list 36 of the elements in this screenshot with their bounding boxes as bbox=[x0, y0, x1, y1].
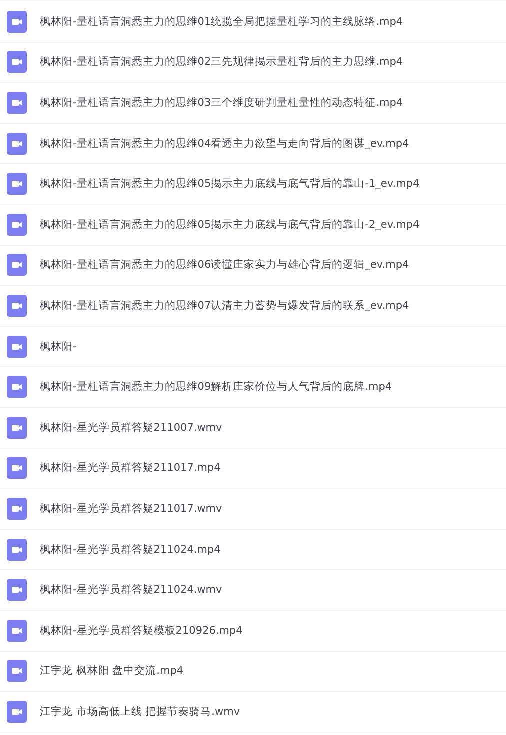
file-name[interactable]: 枫林阳-量柱语言洞悉主力的思维06读懂庄家实力与雄心背后的逻辑_ev.mp4 bbox=[40, 258, 410, 272]
file-name[interactable]: 枫林阳-星光学员群答疑211007.wmv bbox=[40, 420, 222, 435]
file-name[interactable]: 枫林阳-星光学员群答疑211024.mp4 bbox=[40, 542, 221, 557]
video-file-icon bbox=[7, 10, 27, 33]
file-name[interactable]: 枫林阳-量柱语言洞悉主力的思维02三先规律揭示量柱背后的主力思维.mp4 bbox=[40, 55, 404, 70]
video-file-icon bbox=[7, 416, 27, 439]
video-file-icon bbox=[7, 254, 27, 276]
video-file-icon bbox=[7, 132, 27, 155]
video-file-icon bbox=[7, 579, 27, 602]
video-file-icon bbox=[7, 336, 27, 358]
video-file-icon bbox=[7, 620, 27, 642]
file-name[interactable]: 枫林阳-量柱语言洞悉主力的思维05揭示主力底线与底气背后的靠山-2_ev.mp4 bbox=[40, 218, 420, 232]
file-name[interactable]: 枫林阳-量柱语言洞悉主力的思维01统揽全局把握量柱学习的主线脉络.mp4 bbox=[40, 14, 404, 29]
video-file-icon bbox=[7, 376, 27, 398]
video-file-icon bbox=[7, 660, 27, 682]
file-name[interactable]: 枫林阳-量柱语言洞悉主力的思维07认清主力蓄势与爆发背后的联系_ev.mp4 bbox=[40, 298, 410, 313]
video-file-icon bbox=[7, 51, 27, 74]
video-file-icon bbox=[7, 173, 27, 196]
file-name[interactable]: 江宇龙 枫林阳 盘中交流.mp4 bbox=[40, 664, 184, 678]
file-name[interactable]: 枫林阳-星光学员群答疑模板210926.mp4 bbox=[40, 624, 243, 638]
video-file-icon bbox=[7, 538, 27, 561]
file-name[interactable]: 枫林阳-量柱语言洞悉主力的思维03三个维度研判量柱量性的动态特征.mp4 bbox=[40, 96, 404, 110]
video-file-icon bbox=[7, 700, 27, 723]
video-file-icon bbox=[7, 92, 27, 114]
file-name[interactable]: 枫林阳-星光学员群答疑211017.wmv bbox=[40, 502, 222, 516]
file-name[interactable]: 枫林阳-星光学员群答疑211017.mp4 bbox=[40, 461, 221, 476]
file-name[interactable]: 枫林阳-星光学员群答疑211024.wmv bbox=[40, 583, 222, 598]
video-file-icon bbox=[7, 214, 27, 236]
file-name[interactable]: 枫林阳- bbox=[40, 340, 77, 354]
file-name[interactable]: 江宇龙 市场高低上线 把握节奏骑马.wmv bbox=[40, 704, 240, 719]
video-file-icon bbox=[7, 498, 27, 520]
file-name[interactable]: 枫林阳-量柱语言洞悉主力的思维05揭示主力底线与底气背后的靠山-1_ev.mp4 bbox=[40, 177, 420, 192]
file-name[interactable]: 枫林阳-量柱语言洞悉主力的思维09解析庄家价位与人气背后的底牌.mp4 bbox=[40, 380, 392, 394]
file-name[interactable]: 枫林阳-量柱语言洞悉主力的思维04看透主力欲望与走向背后的图谋_ev.mp4 bbox=[40, 136, 410, 151]
video-file-icon bbox=[7, 457, 27, 480]
video-file-icon bbox=[7, 294, 27, 317]
